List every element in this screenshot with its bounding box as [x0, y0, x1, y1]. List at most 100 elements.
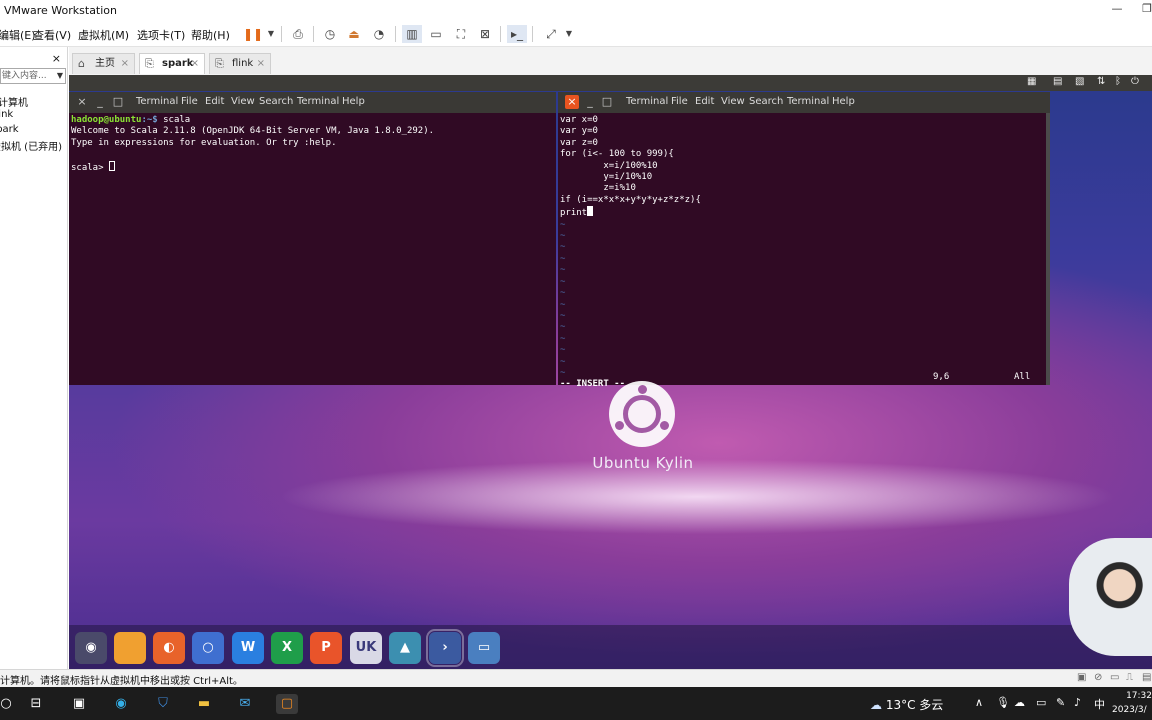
- ime-indicator[interactable]: 中: [1094, 696, 1105, 712]
- snapshot-manager-icon[interactable]: ◔: [369, 25, 389, 43]
- library-toggle-icon[interactable]: ▥: [402, 25, 422, 43]
- minimize-button[interactable]: —: [1102, 2, 1132, 20]
- close-icon[interactable]: ×: [191, 54, 199, 73]
- wps-spreadsheet-icon[interactable]: X: [271, 632, 303, 664]
- library-item-deprecated[interactable]: 虚拟机 (已弃用): [0, 138, 62, 153]
- chevron-down-icon[interactable]: ▼: [559, 25, 579, 43]
- vm-console[interactable]: ▦ ▤ ▧ ⇅ ᛒ ⏻ × _ □ Terminal File Edit Vie…: [69, 75, 1152, 669]
- device-icon[interactable]: ▭: [1110, 672, 1119, 683]
- tray-overflow-icon[interactable]: ∧: [975, 696, 983, 709]
- menu-file[interactable]: File: [671, 96, 688, 107]
- power-icon[interactable]: ⏻: [1131, 76, 1139, 87]
- security-icon[interactable]: ⛉: [152, 694, 174, 714]
- network-icon[interactable]: ⇅: [1097, 76, 1105, 87]
- terminal-window-left[interactable]: × _ □ Terminal File Edit View Search Ter…: [69, 92, 556, 385]
- menu-tabs[interactable]: 选项卡(T): [137, 27, 185, 43]
- store-icon[interactable]: ▣: [68, 694, 90, 714]
- bluetooth-icon[interactable]: ᛒ: [1115, 76, 1121, 87]
- revert-snapshot-icon[interactable]: ⏏: [344, 25, 364, 43]
- menu-view[interactable]: View: [721, 96, 745, 107]
- keyboard-icon[interactable]: ▦: [1027, 76, 1036, 87]
- code-line: x=i/100%10: [560, 160, 658, 171]
- pen-icon[interactable]: ✎: [1056, 696, 1065, 709]
- software-center-icon[interactable]: UK: [350, 632, 382, 664]
- ukui-menu-icon[interactable]: ◉: [75, 632, 107, 664]
- menu-vm[interactable]: 虚拟机(M): [78, 27, 129, 43]
- close-icon[interactable]: ×: [75, 95, 89, 109]
- menu-edit[interactable]: Edit: [205, 96, 224, 107]
- close-icon[interactable]: ×: [121, 54, 129, 73]
- library-item-computer[interactable]: 计算机: [0, 94, 28, 109]
- clipboard-icon[interactable]: ▧: [1075, 76, 1084, 87]
- menu-terminal-2[interactable]: Terminal: [297, 96, 339, 107]
- tab-spark[interactable]: ⎘ spark ×: [139, 53, 205, 74]
- chromium-icon[interactable]: ○: [192, 632, 224, 664]
- maximize-button[interactable]: ❐: [1132, 2, 1152, 20]
- search-icon[interactable]: ○: [0, 694, 17, 714]
- suspend-icon[interactable]: ❚❚: [243, 25, 263, 43]
- close-icon[interactable]: ×: [52, 52, 61, 65]
- stretch-guest-icon[interactable]: ⤢: [541, 25, 561, 43]
- speaker-icon[interactable]: ♪: [1074, 696, 1081, 709]
- menu-help[interactable]: Help: [342, 96, 365, 107]
- device-icon[interactable]: ▣: [1077, 672, 1086, 683]
- network-icon[interactable]: ▭: [1036, 696, 1046, 709]
- menu-help[interactable]: 帮助(H): [191, 27, 230, 43]
- thumbnail-bar-icon[interactable]: ▭: [426, 25, 446, 43]
- fullscreen-icon[interactable]: ⛶: [451, 25, 471, 43]
- library-search-input[interactable]: 键入内容... ▼: [0, 68, 66, 84]
- menu-terminal[interactable]: Terminal: [626, 96, 668, 107]
- vmware-taskbar-icon[interactable]: ▢: [276, 694, 298, 714]
- unity-icon[interactable]: ⊠: [475, 25, 495, 43]
- minimize-icon[interactable]: _: [583, 95, 597, 109]
- edge-icon[interactable]: ◉: [110, 694, 132, 714]
- scrollbar[interactable]: [1046, 113, 1050, 385]
- chevron-down-icon[interactable]: ▼: [261, 25, 281, 43]
- tab-flink[interactable]: ⎘ flink ×: [209, 53, 271, 74]
- terminal-window-right[interactable]: × _ □ Terminal File Edit View Search Ter…: [558, 92, 1050, 389]
- maximize-icon[interactable]: □: [111, 95, 125, 109]
- mail-icon[interactable]: ✉: [234, 694, 256, 714]
- screenshot-icon[interactable]: ▤: [1053, 76, 1062, 87]
- clock[interactable]: 17:32 2023/3/: [1112, 689, 1152, 717]
- menu-search[interactable]: Search: [259, 96, 293, 107]
- menu-edit[interactable]: Edit: [695, 96, 714, 107]
- terminal-output[interactable]: hadoop@ubuntu:~$ scala Welcome to Scala …: [71, 115, 434, 174]
- minimize-icon[interactable]: _: [93, 95, 107, 109]
- menu-file[interactable]: File: [181, 96, 198, 107]
- task-view-icon[interactable]: ⊟: [25, 694, 47, 714]
- wps-writer-icon[interactable]: W: [232, 632, 264, 664]
- files-icon[interactable]: [114, 632, 146, 664]
- firefox-icon[interactable]: ◐: [153, 632, 185, 664]
- send-ctrl-alt-del-icon[interactable]: ⎙: [288, 25, 308, 43]
- menu-terminal[interactable]: Terminal: [136, 96, 178, 107]
- library-item-spark[interactable]: spark: [0, 124, 19, 135]
- desktop-brand-text: Ubuntu Kylin: [592, 454, 694, 472]
- menu-view[interactable]: 查看(V): [33, 27, 71, 43]
- menu-help[interactable]: Help: [832, 96, 855, 107]
- tab-home[interactable]: ⌂ 主页 ×: [72, 53, 135, 74]
- onedrive-icon[interactable]: ☁: [1014, 696, 1025, 709]
- console-view-icon[interactable]: ▸_: [507, 25, 527, 43]
- library-item-flink[interactable]: flink: [0, 109, 13, 120]
- file-explorer-icon[interactable]: ▬: [193, 694, 215, 714]
- weather-widget[interactable]: ☁ 13°C 多云: [870, 696, 943, 713]
- chevron-down-icon[interactable]: ▼: [57, 69, 63, 83]
- show-desktop-icon[interactable]: ▭: [468, 632, 500, 664]
- maximize-icon[interactable]: □: [600, 95, 614, 109]
- snapshot-icon[interactable]: ◷: [320, 25, 340, 43]
- menu-search[interactable]: Search: [749, 96, 783, 107]
- close-icon[interactable]: ×: [565, 95, 579, 109]
- terminal-icon[interactable]: ›: [426, 629, 464, 667]
- device-icon[interactable]: ⎍: [1126, 672, 1133, 683]
- menu-edit[interactable]: 编辑(E): [0, 27, 36, 43]
- device-icon[interactable]: ⊘: [1094, 672, 1102, 683]
- close-icon[interactable]: ×: [257, 54, 265, 73]
- vim-buffer[interactable]: var x=0 var y=0 var z=0 for (i<- 100 to …: [560, 115, 701, 391]
- device-icon[interactable]: ▤: [1142, 672, 1151, 683]
- wps-presentation-icon[interactable]: P: [310, 632, 342, 664]
- microphone-icon[interactable]: 🎙: [996, 696, 1010, 709]
- menu-terminal-2[interactable]: Terminal: [787, 96, 829, 107]
- menu-view[interactable]: View: [231, 96, 255, 107]
- kylin-assistant-icon[interactable]: ▲: [389, 632, 421, 664]
